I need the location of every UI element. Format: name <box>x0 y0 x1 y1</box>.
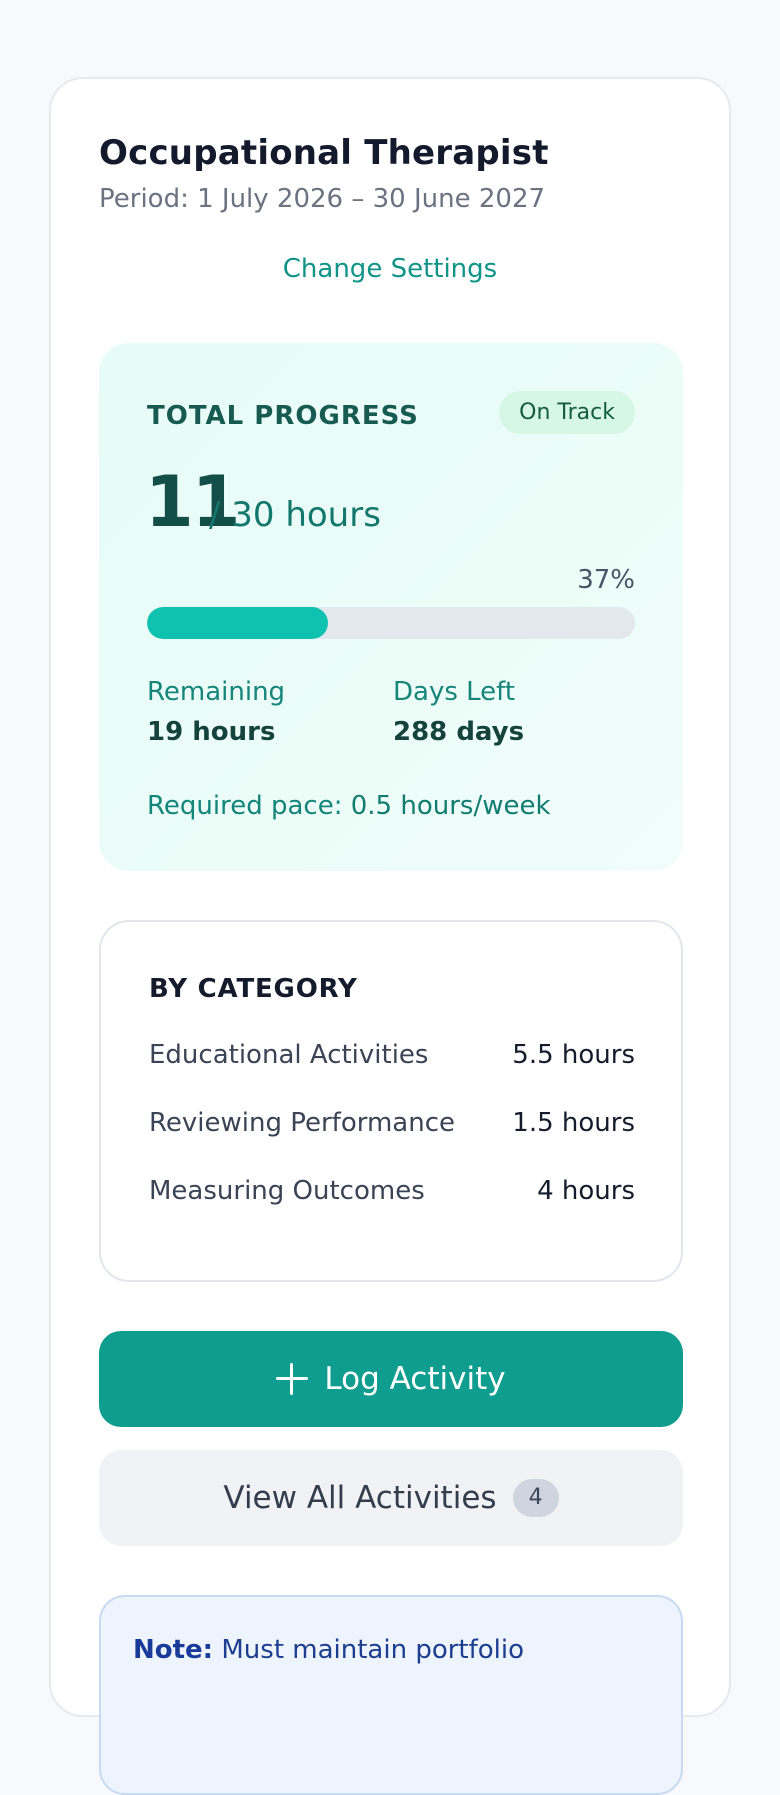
activity-count-badge: 4 <box>512 1479 559 1517</box>
note-body: Must maintain portfolio <box>221 1635 525 1665</box>
page-title: Occupational Therapist <box>99 133 549 173</box>
progress-percent: 37% <box>577 565 635 595</box>
note-text: Note: Must maintain portfolio <box>133 1635 524 1665</box>
pace-value: 0.5 hours/week <box>350 791 551 821</box>
total-hours-text: / 30 hours <box>209 495 381 535</box>
category-name: Educational Activities <box>149 1040 429 1070</box>
by-category-panel: BY CATEGORY Educational Activities 5.5 h… <box>99 920 683 1282</box>
remaining-label: Remaining <box>147 677 286 707</box>
status-badge: On Track <box>499 391 635 434</box>
note-label: Note: <box>133 1635 214 1665</box>
view-all-activities-button[interactable]: View All Activities 4 <box>99 1450 683 1546</box>
category-hours: 4 hours <box>537 1176 635 1206</box>
category-name: Measuring Outcomes <box>149 1176 425 1206</box>
list-item: Measuring Outcomes 4 hours <box>149 1176 635 1216</box>
category-title: BY CATEGORY <box>149 974 358 1004</box>
cpd-summary-card: Occupational Therapist Period: 1 July 20… <box>49 77 731 1795</box>
progress-bar <box>147 607 635 639</box>
plus-icon <box>276 1363 309 1395</box>
log-activity-label: Log Activity <box>324 1361 506 1397</box>
category-hours: 1.5 hours <box>512 1108 635 1138</box>
total-progress-panel: TOTAL PROGRESS On Track 11 / 30 hours 37… <box>99 343 683 871</box>
change-settings-link[interactable]: Change Settings <box>51 254 729 284</box>
note-box: Note: Must maintain portfolio <box>99 1595 683 1795</box>
period-text: Period: 1 July 2026 – 30 June 2027 <box>99 184 546 214</box>
list-item: Reviewing Performance 1.5 hours <box>149 1108 635 1148</box>
log-activity-button[interactable]: Log Activity <box>99 1331 683 1427</box>
view-all-label: View All Activities <box>223 1480 497 1516</box>
progress-bar-fill <box>147 607 328 639</box>
remaining-value: 19 hours <box>147 717 276 747</box>
total-progress-label: TOTAL PROGRESS <box>147 401 419 431</box>
list-item: Educational Activities 5.5 hours <box>149 1040 635 1080</box>
days-left-label: Days Left <box>393 677 516 707</box>
days-left-value: 288 days <box>393 717 525 747</box>
category-name: Reviewing Performance <box>149 1108 455 1138</box>
pace-label: Required pace: <box>147 791 343 821</box>
category-hours: 5.5 hours <box>512 1040 635 1070</box>
required-pace: Required pace: 0.5 hours/week <box>147 791 551 821</box>
